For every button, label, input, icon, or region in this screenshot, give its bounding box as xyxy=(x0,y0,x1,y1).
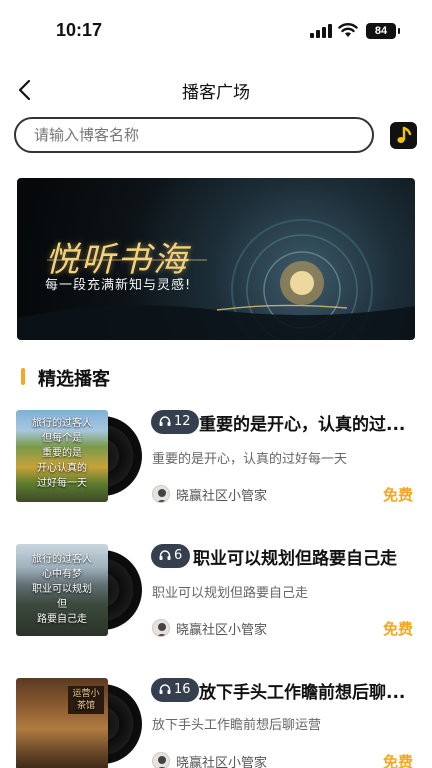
nav-header: 播客广场 xyxy=(0,70,432,110)
podcast-description: 职业可以规划但路要自己走 xyxy=(152,586,309,601)
music-note-icon[interactable] xyxy=(390,122,417,149)
promo-banner[interactable]: 悦听书海 每一段充满新知与灵感! xyxy=(17,178,415,340)
podcast-title: 职业可以规划但路要自己走 xyxy=(193,549,397,569)
podcast-cover: 旅行的过客人 但每个是 重要的是 开心认真的 过好每一天 xyxy=(16,410,108,502)
battery-icon: 84 xyxy=(366,23,400,39)
play-count-badge: 6 xyxy=(151,544,191,568)
cover-text: 旅行的过客人 但每个是 重要的是 开心认真的 过好每一天 xyxy=(32,418,92,489)
author-name: 晓赢社区小管家 xyxy=(176,756,268,768)
podcast-cover: 运营小茶馆 xyxy=(16,678,108,768)
page-title: 播客广场 xyxy=(182,83,250,103)
section-title: 精选播客 xyxy=(38,369,110,390)
banner-subtitle: 每一段充满新知与灵感! xyxy=(45,278,192,293)
play-count: 6 xyxy=(174,548,183,563)
podcast-list-item[interactable]: 运营小茶馆 16 放下手头工作瞻前想后聊... 放下手头工作瞻前想后聊运营 晓赢… xyxy=(0,678,432,768)
headphone-icon xyxy=(159,550,171,560)
signal-icon xyxy=(310,24,332,38)
podcast-cover: 旅行的过客人 心中有梦 职业可以规划 但 路要自己走 xyxy=(16,544,108,636)
headphone-icon xyxy=(159,416,171,426)
price-label: 免费 xyxy=(383,486,414,504)
status-time: 10:17 xyxy=(56,20,103,40)
price-label: 免费 xyxy=(383,620,414,638)
author-name: 晓赢社区小管家 xyxy=(176,489,268,504)
cover-text: 旅行的过客人 心中有梦 职业可以规划 但 路要自己走 xyxy=(32,554,92,625)
author-avatar xyxy=(152,485,170,503)
play-count: 12 xyxy=(174,414,191,429)
headphone-icon xyxy=(159,684,171,694)
podcast-list-item[interactable]: 旅行的过客人 心中有梦 职业可以规划 但 路要自己走 6 职业可以规划但路要自己… xyxy=(0,544,432,664)
podcast-title: 放下手头工作瞻前想后聊... xyxy=(199,683,406,703)
status-bar: 10:17 84 xyxy=(0,0,432,60)
author-avatar xyxy=(152,619,170,637)
play-count-badge: 16 xyxy=(151,678,199,702)
cover-text: 运营小茶馆 xyxy=(68,686,104,714)
author-name: 晓赢社区小管家 xyxy=(176,623,268,638)
price-label: 免费 xyxy=(383,753,414,768)
search-input[interactable] xyxy=(14,117,374,153)
play-count: 16 xyxy=(174,682,191,697)
podcast-description: 放下手头工作瞻前想后聊运营 xyxy=(152,718,322,733)
play-count-badge: 12 xyxy=(151,410,199,434)
podcast-list-item[interactable]: 旅行的过客人 但每个是 重要的是 开心认真的 过好每一天 12 重要的是开心，认… xyxy=(0,410,432,530)
podcast-title: 重要的是开心，认真的过... xyxy=(199,415,406,435)
podcast-description: 重要的是开心，认真的过好每一天 xyxy=(152,452,348,467)
author-avatar xyxy=(152,752,170,768)
section-accent-bar xyxy=(21,368,25,385)
wifi-icon xyxy=(338,22,358,38)
